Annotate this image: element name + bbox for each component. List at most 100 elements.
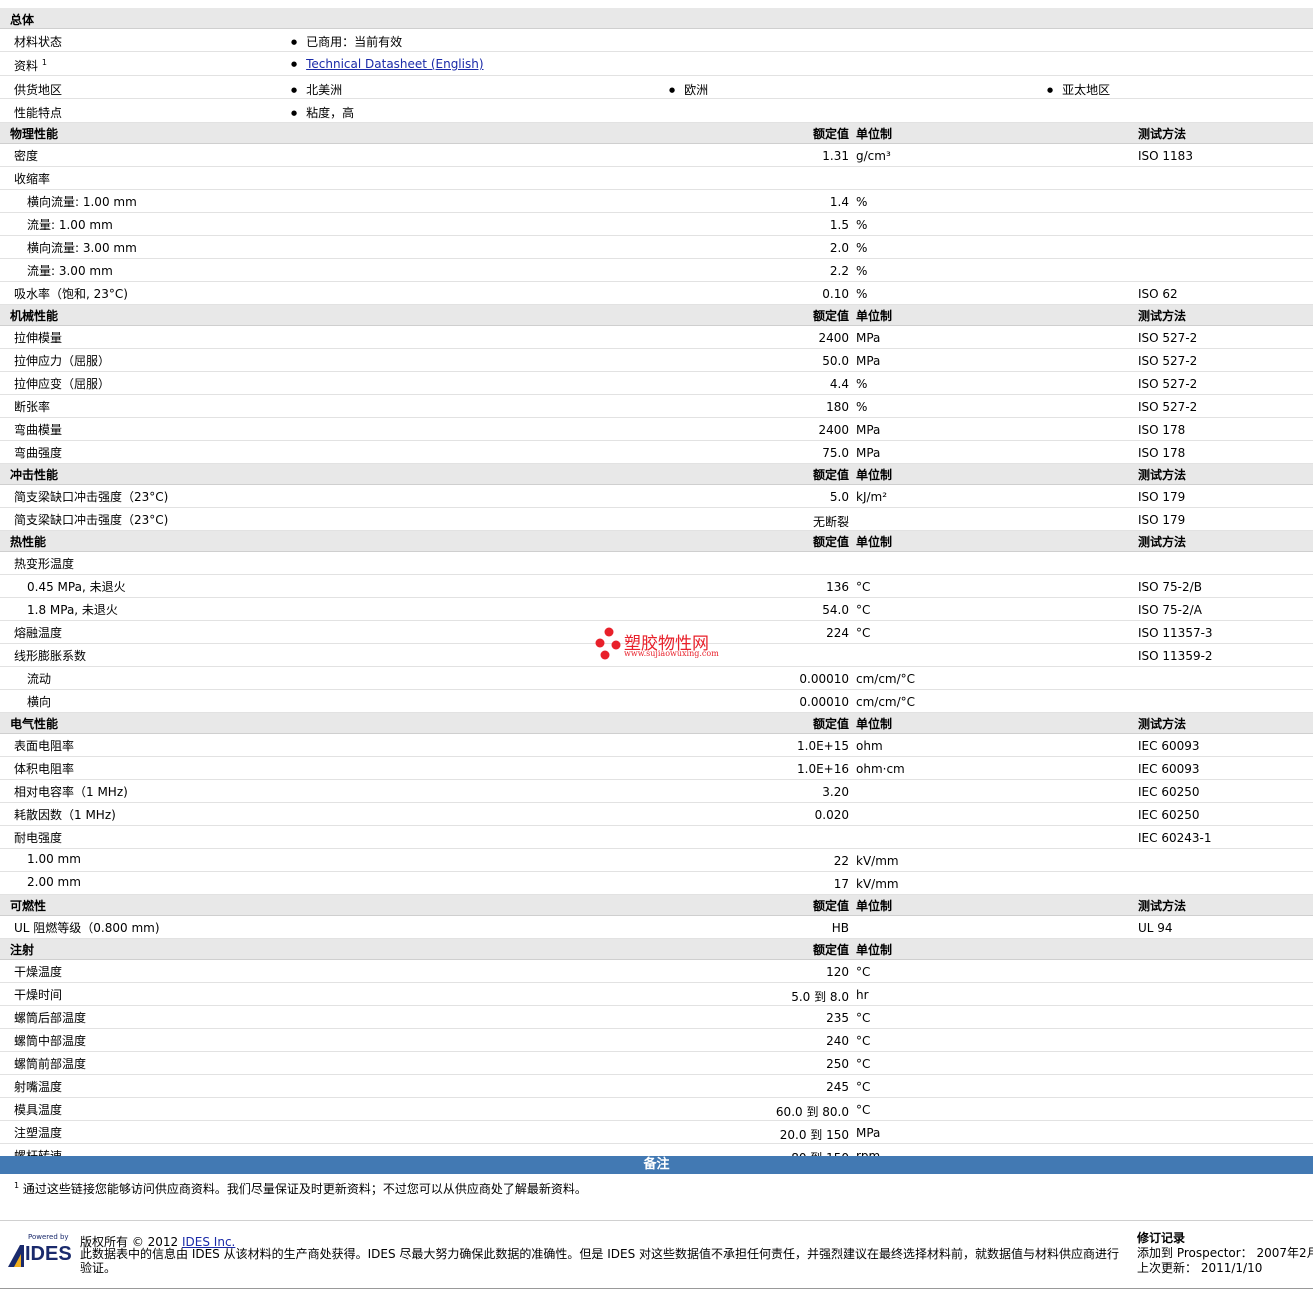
- unit-value: %: [856, 241, 868, 255]
- property-row: 体积电阻率 1.0E+16 ohm·cm IEC 60093: [0, 757, 1313, 780]
- property-name: 弯曲模量: [14, 423, 63, 437]
- nominal-value: 20.0 到 150: [779, 1128, 849, 1142]
- property-row: 螺筒中部温度 240 °C: [0, 1029, 1313, 1052]
- updated-label: 上次更新：: [1137, 1261, 1198, 1275]
- unit-value: cm/cm/°C: [856, 695, 916, 709]
- datasheet-table: 总体 材料状态 已商用：当前有效 资料 1 Technical Datashee…: [0, 8, 1313, 1167]
- nominal-value: 0.00010: [799, 672, 849, 686]
- property-name: 横向: [27, 695, 52, 709]
- test-method: ISO 75-2/A: [1138, 603, 1202, 617]
- nominal-value: 0.10: [822, 287, 849, 301]
- nominal-value: 235: [826, 1011, 849, 1025]
- status-value: 已商用：当前有效: [291, 33, 402, 50]
- unit-value: °C: [856, 1034, 871, 1048]
- test-method-header: 测试方法: [1138, 717, 1187, 731]
- test-method: IEC 60093: [1138, 739, 1200, 753]
- unit-value: g/cm³: [856, 149, 891, 163]
- property-row: 干燥温度 120 °C: [0, 960, 1313, 983]
- unit-value: %: [856, 264, 868, 278]
- property-row: 螺筒前部温度 250 °C: [0, 1052, 1313, 1075]
- property-row: 模具温度 60.0 到 80.0 °C: [0, 1098, 1313, 1121]
- property-name: 耐电强度: [14, 831, 63, 845]
- nominal-value-header: 额定值: [812, 127, 849, 141]
- property-name: 表面电阻率: [14, 739, 75, 753]
- property-name: 注塑温度: [14, 1126, 63, 1140]
- property-row: 横向流量: 3.00 mm 2.0%: [0, 236, 1313, 259]
- unit-value: %: [856, 400, 868, 414]
- nominal-value: 5.0: [829, 490, 849, 504]
- nominal-value: 2400: [818, 331, 849, 345]
- property-row: 耐电强度 IEC 60243-1: [0, 826, 1313, 849]
- test-method: ISO 527-2: [1138, 400, 1198, 414]
- test-method: IEC 60250: [1138, 808, 1200, 822]
- property-row: 射嘴温度 245 °C: [0, 1075, 1313, 1098]
- nominal-value-header: 额定值: [812, 309, 849, 323]
- test-method: ISO 527-2: [1138, 377, 1198, 391]
- property-name: 模具温度: [14, 1103, 63, 1117]
- unit-value: kJ/m²: [856, 490, 888, 504]
- note-body: 通过这些链接您能够访问供应商资料。我们尽量保证及时更新资料；不过您可以从供应商处…: [22, 1182, 587, 1196]
- property-row: 简支梁缺口冲击强度（23°C) 无断裂 ISO 179: [0, 508, 1313, 531]
- unit-value: hr: [856, 988, 869, 1002]
- notes-header: 备注: [0, 1156, 1313, 1174]
- unit-value: MPa: [856, 1126, 881, 1140]
- nominal-value: 1.0E+16: [797, 762, 849, 776]
- nominal-value-header: 额定值: [812, 468, 849, 482]
- unit-value: ohm: [856, 739, 883, 753]
- property-row: 弯曲模量 2400 MPa ISO 178: [0, 418, 1313, 441]
- property-row: 表面电阻率 1.0E+15 ohm IEC 60093: [0, 734, 1313, 757]
- unit-value: °C: [856, 580, 871, 594]
- unit-value: MPa: [856, 423, 881, 437]
- section-header: 物理性能 额定值 单位制 测试方法: [0, 123, 1313, 144]
- property-name: 流量: 3.00 mm: [27, 264, 113, 278]
- property-name: 螺筒后部温度: [14, 1011, 87, 1025]
- note-text: 1 通过这些链接您能够访问供应商资料。我们尽量保证及时更新资料；不过您可以从供应…: [14, 1180, 587, 1197]
- footer-bottom-line: [0, 1288, 1313, 1289]
- unit-value: MPa: [856, 331, 881, 345]
- nominal-value: 1.5: [829, 218, 849, 232]
- nominal-value: 2.2: [829, 264, 849, 278]
- property-row: 流量: 1.00 mm 1.5%: [0, 213, 1313, 236]
- updated-value: 2011/1/10: [1200, 1261, 1263, 1275]
- property-name: 简支梁缺口冲击强度（23°C): [14, 513, 169, 527]
- nominal-value: 无断裂: [812, 515, 849, 529]
- nominal-value: 2.0: [829, 241, 849, 255]
- general-row-status: 材料状态 已商用：当前有效: [0, 29, 1313, 52]
- test-method-header: 测试方法: [1138, 468, 1187, 482]
- general-row-documents: 资料 1 Technical Datasheet (English): [0, 52, 1313, 76]
- property-name: 拉伸模量: [14, 331, 63, 345]
- property-row: 密度 1.31 g/cm³ ISO 1183: [0, 144, 1313, 167]
- ides-logo-icon: [8, 1245, 24, 1267]
- property-name: 螺筒前部温度: [14, 1057, 87, 1071]
- nominal-value: HB: [831, 921, 849, 935]
- property-name: 螺筒中部温度: [14, 1034, 87, 1048]
- nominal-value: 224: [826, 626, 849, 640]
- logo-powered-text: Powered by: [28, 1233, 69, 1241]
- unit-value: %: [856, 195, 868, 209]
- technical-datasheet-link[interactable]: Technical Datasheet (English): [306, 57, 483, 71]
- unit-value: kV/mm: [856, 877, 899, 891]
- nominal-value: 75.0: [822, 446, 849, 460]
- property-name: 密度: [14, 149, 39, 163]
- property-row: 干燥时间 5.0 到 8.0 hr: [0, 983, 1313, 1006]
- property-row: 简支梁缺口冲击强度（23°C) 5.0 kJ/m² ISO 179: [0, 485, 1313, 508]
- nominal-value: 120: [826, 965, 849, 979]
- datasheet-link-item[interactable]: Technical Datasheet (English): [291, 57, 483, 71]
- unit-header: 单位制: [856, 535, 893, 549]
- property-row: 注塑温度 20.0 到 150 MPa: [0, 1121, 1313, 1144]
- property-name: 横向流量: 3.00 mm: [27, 241, 137, 255]
- row-label: 材料状态: [14, 35, 63, 49]
- test-method: IEC 60093: [1138, 762, 1200, 776]
- revision-title: 修订记录: [1137, 1231, 1186, 1245]
- section-title: 热性能: [10, 535, 47, 549]
- logo-name-text: IDES: [25, 1243, 72, 1265]
- revision-history: 修订记录 添加到 Prospector： 2007年2月 上次更新： 2011/…: [1137, 1231, 1313, 1276]
- property-name: 干燥温度: [14, 965, 63, 979]
- general-row-availability: 供货地区 北美洲 欧洲 亚太地区: [0, 76, 1313, 99]
- added-value: 2007年2月: [1256, 1246, 1313, 1260]
- property-row: 耗散因数（1 MHz) 0.020 IEC 60250: [0, 803, 1313, 826]
- section-header-general: 总体: [0, 8, 1313, 29]
- watermark-logo-icon: [595, 627, 621, 660]
- property-row: 1.00 mm 22 kV/mm: [0, 849, 1313, 872]
- property-row: UL 阻燃等级（0.800 mm) HB UL 94: [0, 916, 1313, 939]
